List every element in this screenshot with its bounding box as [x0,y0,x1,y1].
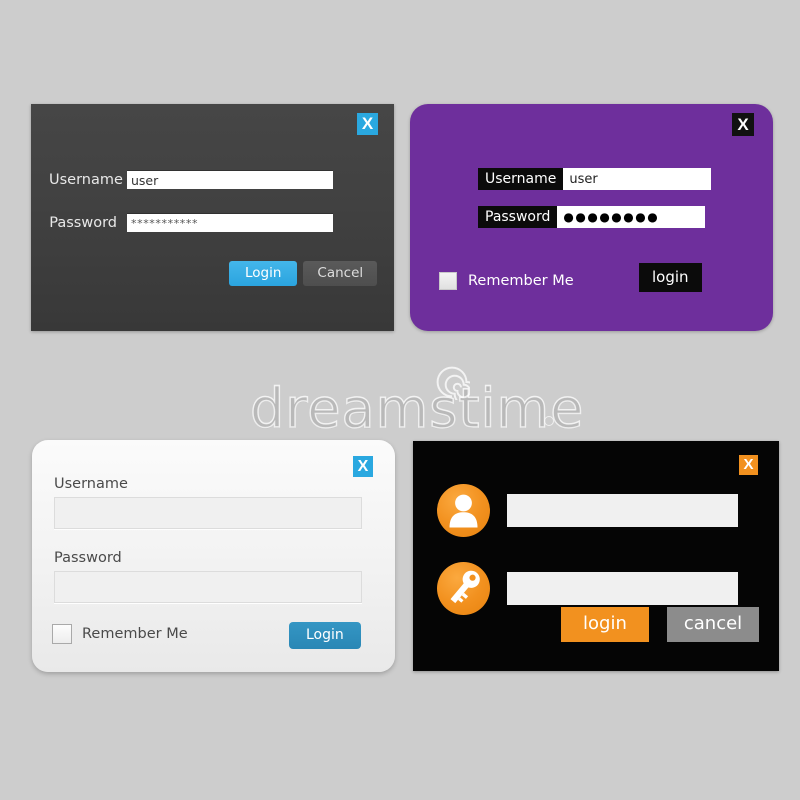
black-cancel-button[interactable]: cancel [666,607,760,642]
purple-password-row: Password [478,206,706,228]
light-username-input[interactable] [54,497,362,529]
dark-login-panel: X Username Password Login Cancel [31,104,394,331]
light-password-input[interactable] [54,571,362,603]
close-icon[interactable]: X [739,455,758,475]
dark-password-input[interactable] [127,214,333,232]
dreamstime-watermark: dreamstime [232,360,584,440]
key-icon [437,562,490,615]
light-login-panel: X Username Password Remember Me Login [32,440,395,672]
dark-button-row: Login Cancel [229,261,378,286]
screenshot-canvas: dreamstime X Username Password Login Can… [0,0,800,800]
purple-password-label: Password [478,206,558,228]
purple-login-button[interactable]: login [639,263,702,292]
purple-username-label: Username [478,168,564,190]
spiral-icon [436,366,470,400]
registered-dot-icon [544,416,554,426]
purple-username-input[interactable] [563,168,712,190]
purple-remember-row: Remember Me [439,272,574,290]
black-login-button[interactable]: login [561,607,649,642]
light-login-button[interactable]: Login [289,622,361,649]
dark-username-row: Username [49,171,333,189]
dark-password-row: Password [49,214,333,232]
close-icon[interactable]: X [732,113,754,136]
dark-login-button[interactable]: Login [229,261,298,286]
purple-remember-checkbox[interactable] [439,272,457,290]
black-password-input[interactable] [507,572,738,605]
dark-password-label: Password [49,215,117,231]
purple-username-row: Username [478,168,712,190]
user-avatar-icon [437,484,490,537]
dark-username-label: Username [49,172,123,188]
purple-password-input[interactable] [557,206,706,228]
light-remember-label: Remember Me [82,626,188,642]
black-username-row [437,484,738,537]
purple-login-panel: X Username Password Remember Me login [410,104,773,331]
close-icon[interactable]: X [353,456,373,477]
light-password-label: Password [54,550,122,566]
light-username-label: Username [54,476,128,492]
light-remember-row: Remember Me [52,624,188,644]
watermark-text: dreamstime [249,377,585,440]
black-login-panel: X login cancel [413,441,779,671]
dark-username-input[interactable] [127,171,333,189]
close-icon[interactable]: X [357,113,378,135]
black-username-input[interactable] [507,494,738,527]
dark-cancel-button[interactable]: Cancel [303,261,378,286]
black-button-row: login cancel [561,607,760,642]
purple-remember-label: Remember Me [468,273,574,289]
light-remember-checkbox[interactable] [52,624,72,644]
